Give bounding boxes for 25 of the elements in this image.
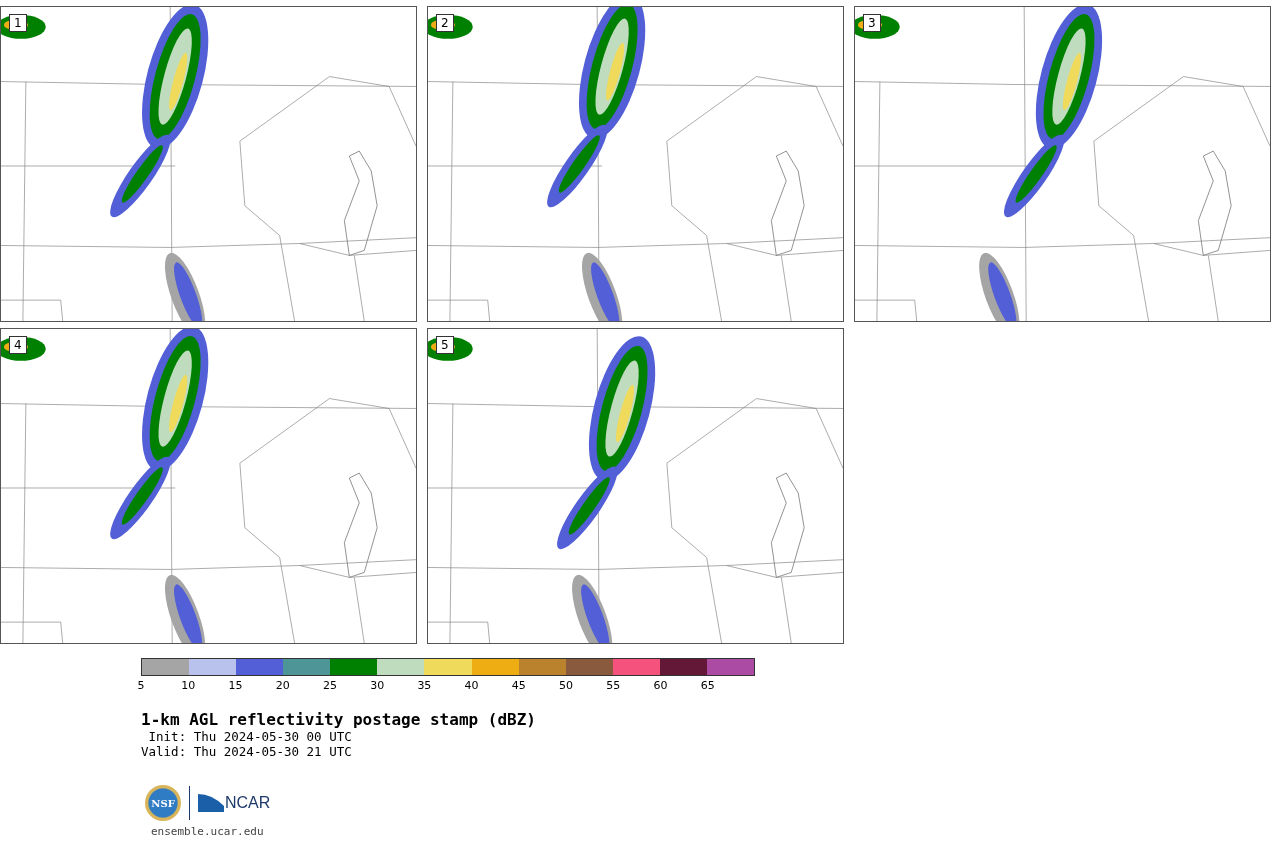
init-time: Init: Thu 2024-05-30 00 UTC (147, 729, 353, 744)
scale-label: 65 (700, 679, 715, 692)
site-url: ensemble.ucar.edu (151, 825, 265, 838)
scale-label: 60 (653, 679, 668, 692)
valid-time: Valid: Thu 2024-05-30 21 UTC (141, 744, 353, 759)
panel-number: 4 (9, 336, 27, 354)
nsf-logo: NSF (145, 785, 181, 821)
scale-label: 30 (370, 679, 385, 692)
scale-label: 15 (228, 679, 243, 692)
scale-label: 50 (559, 679, 574, 692)
scale-label: 40 (464, 679, 479, 692)
scale-label: 25 (322, 679, 337, 692)
scale-label: 35 (417, 679, 432, 692)
scale-label: 20 (275, 679, 290, 692)
ncar-logo-text: NCAR (225, 794, 271, 812)
wedge-icon (198, 794, 224, 812)
scale-label: 10 (181, 679, 196, 692)
panel-number: 3 (863, 14, 881, 32)
scale-label: 5 (137, 679, 145, 692)
panel-number: 5 (436, 336, 454, 354)
chart-title: 1-km AGL reflectivity postage stamp (dBZ) (141, 710, 537, 729)
scale-label: 45 (511, 679, 526, 692)
panel-number: 1 (9, 14, 27, 32)
scale-label: 55 (606, 679, 621, 692)
panel-number: 2 (436, 14, 454, 32)
